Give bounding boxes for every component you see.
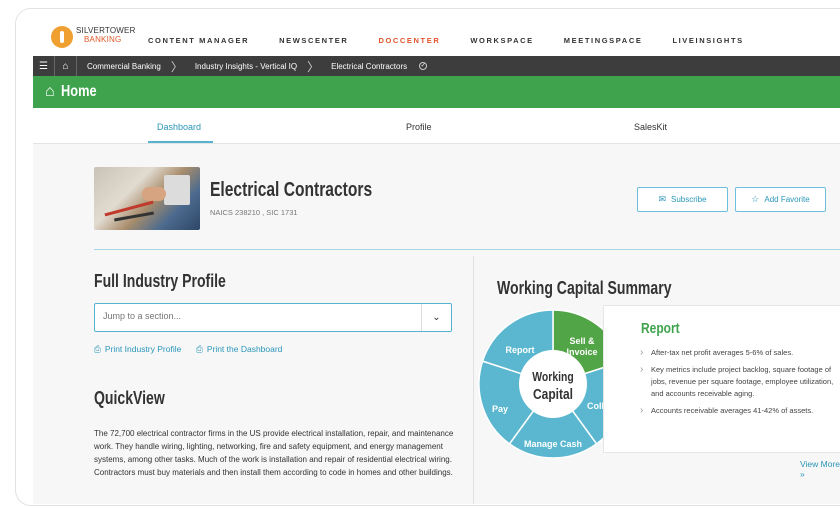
wheel-center-line2: Capital <box>533 386 573 403</box>
industry-photo <box>94 167 200 230</box>
industry-codes: NAICS 238210 , SIC 1731 <box>210 208 298 217</box>
breadcrumb-electrical-contractors: Electrical Contractors <box>331 61 408 71</box>
subscribe-button[interactable]: ✉ Subscribe <box>637 187 728 212</box>
breadcrumb-industry-insights[interactable]: Industry Insights - Vertical IQ <box>185 62 305 71</box>
add-favorite-label: Add Favorite <box>764 195 810 204</box>
check-circle-icon: ✓ <box>419 62 428 70</box>
quickview-heading: QuickView <box>94 388 165 408</box>
tab-saleskit[interactable]: SalesKit <box>634 122 667 132</box>
house-icon: ⌂ <box>45 83 55 100</box>
working-capital-heading: Working Capital Summary <box>497 278 672 298</box>
view-more-link[interactable]: View More » <box>800 459 840 479</box>
jump-input[interactable] <box>103 311 403 321</box>
breadcrumb-separator-icon: 〉 <box>170 59 183 74</box>
print-profile-link[interactable]: ⎙ Print Industry Profile <box>94 344 181 355</box>
nav-doccenter[interactable]: DOCCENTER <box>378 36 440 45</box>
nav-newscenter[interactable]: NEWSCENTER <box>279 36 348 45</box>
home-icon[interactable]: ⌂ <box>55 56 77 76</box>
report-title: Report <box>641 320 680 337</box>
printer-icon: ⎙ <box>196 344 203 354</box>
jump-to-section-select[interactable]: ⌄ <box>94 303 452 332</box>
photo-outlet <box>164 175 190 205</box>
report-bullet: After-tax net profit averages 5-6% of sa… <box>640 347 840 359</box>
nav-meetingspace[interactable]: MEETINGSPACE <box>564 36 643 45</box>
photo-wire-black <box>114 211 154 222</box>
bank-logo-icon[interactable] <box>51 26 73 48</box>
logo-line1: SILVERTOWER <box>76 26 136 35</box>
breadcrumb-separator-icon: 〉 <box>307 59 320 74</box>
report-panel: Report After-tax net profit averages 5-6… <box>603 305 840 453</box>
nav-liveinsights[interactable]: LIVEINSIGHTS <box>672 36 743 45</box>
dashboard-content: Electrical Contractors NAICS 238210 , SI… <box>33 144 840 504</box>
column-divider <box>473 256 474 504</box>
print-profile-label: Print Industry Profile <box>104 344 182 354</box>
quickview-text: The 72,700 electrical contractor firms i… <box>94 429 454 477</box>
printer-icon: ⎙ <box>94 344 101 354</box>
envelope-icon: ✉ <box>658 194 666 204</box>
report-bullet: Accounts receivable averages 41-42% of a… <box>640 405 840 417</box>
nav-workspace[interactable]: WORKSPACE <box>470 36 533 45</box>
print-dashboard-link[interactable]: ⎙ Print the Dashboard <box>196 344 282 355</box>
wheel-label: Report <box>506 345 535 355</box>
breadcrumb: ☰ ⌂ Commercial Banking 〉 Industry Insigh… <box>33 56 840 76</box>
tab-bar: Dashboard Profile SalesKit <box>33 119 840 143</box>
page-title: Home <box>60 83 97 100</box>
wheel-label: Sell & Invoice <box>566 336 597 357</box>
print-dashboard-label: Print the Dashboard <box>206 344 283 354</box>
chevron-down-icon[interactable]: ⌄ <box>421 304 451 331</box>
app-frame: SILVERTOWER BANKING CONTENT MANAGER NEWS… <box>15 8 840 506</box>
report-bullets: After-tax net profit averages 5-6% of sa… <box>640 347 840 422</box>
wheel-label: Manage Cash <box>524 439 582 449</box>
photo-hand <box>142 187 166 201</box>
nav-content-manager[interactable]: CONTENT MANAGER <box>148 36 249 45</box>
bank-logo[interactable]: SILVERTOWER BANKING <box>76 26 136 44</box>
logo-line2: BANKING <box>84 35 122 44</box>
tab-profile[interactable]: Profile <box>406 122 432 132</box>
wheel-label: Pay <box>492 404 508 414</box>
subscribe-label: Subscribe <box>670 195 707 204</box>
top-navigation: SILVERTOWER BANKING CONTENT MANAGER NEWS… <box>16 9 840 57</box>
wheel-center-line1: Working <box>532 370 573 384</box>
tab-dashboard[interactable]: Dashboard <box>157 122 201 132</box>
full-profile-heading: Full Industry Profile <box>94 271 226 291</box>
report-bullet: Key metrics include project backlog, squ… <box>640 364 840 400</box>
home-banner: ⌂ Home <box>33 76 840 108</box>
industry-name: Electrical Contractors <box>210 179 373 201</box>
breadcrumb-commercial-banking[interactable]: Commercial Banking <box>77 62 169 71</box>
menu-icon[interactable]: ☰ <box>33 56 55 76</box>
main-nav: CONTENT MANAGER NEWSCENTER DOCCENTER WOR… <box>148 36 774 45</box>
section-divider <box>94 249 840 250</box>
add-favorite-button[interactable]: ☆ Add Favorite <box>735 187 826 212</box>
star-icon: ☆ <box>751 194 760 204</box>
